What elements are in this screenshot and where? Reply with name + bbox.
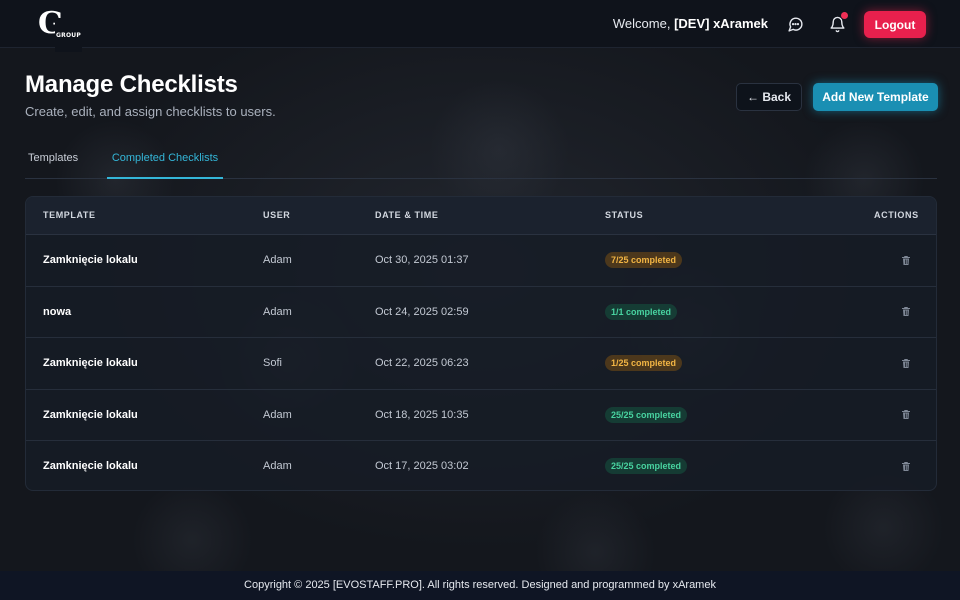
username: [DEV] xAramek	[674, 16, 768, 31]
status-badge: 1/25 completed	[605, 355, 683, 371]
delete-trash-icon[interactable]	[898, 304, 914, 320]
delete-trash-icon[interactable]	[898, 407, 914, 423]
column-header-status: STATUS	[605, 210, 644, 220]
add-new-template-button[interactable]: Add New Template	[813, 83, 938, 111]
cell-date-time: Oct 22, 2025 06:23	[375, 357, 469, 369]
table-row[interactable]: nowa Adam Oct 24, 2025 02:59 1/1 completed	[26, 287, 936, 338]
cell-date-time: Oct 17, 2025 03:02	[375, 460, 469, 472]
logo-sub-text: GROUP	[55, 20, 82, 52]
delete-trash-icon[interactable]	[898, 458, 914, 474]
column-header-template: TEMPLATE	[43, 210, 96, 220]
top-navbar: G GROUP Welcome, [DEV] xAramek Logout	[0, 0, 960, 52]
table-row[interactable]: Zamknięcie lokalu Adam Oct 30, 2025 01:37 7…	[26, 235, 936, 287]
welcome-prefix: Welcome,	[612, 16, 675, 31]
cell-template: Zamknięcie lokalu	[43, 460, 138, 472]
cell-template: Zamknięcie lokalu	[43, 408, 138, 421]
column-header-actions: ACTIONS	[874, 210, 919, 220]
cell-user: Adam	[263, 408, 292, 421]
cell-user: Adam	[263, 460, 292, 472]
copyright-text: Copyright © 2025 [EVOSTAFF.PRO]. All rig…	[244, 579, 716, 591]
page-title: Manage Checklists	[25, 71, 238, 98]
table-row[interactable]: Zamknięcie lokalu Sofi Oct 22, 2025 06:23 1…	[26, 338, 936, 390]
cell-user: Sofi	[263, 357, 282, 369]
column-header-user: USER	[263, 210, 291, 220]
table-header: TEMPLATE USER DATE & TIME STATUS ACTIONS	[26, 197, 936, 235]
cell-date-time: Oct 18, 2025 10:35	[375, 408, 469, 421]
brand-logo[interactable]: G GROUP	[38, 8, 82, 52]
logout-button[interactable]: Logout	[864, 11, 926, 38]
delete-trash-icon[interactable]	[898, 355, 914, 371]
status-badge: 1/1 completed	[605, 303, 678, 320]
cell-template: nowa	[43, 305, 72, 318]
status-badge: 25/25 completed	[605, 458, 688, 474]
column-header-date-time: DATE & TIME	[375, 210, 439, 220]
cell-user: Adam	[263, 305, 292, 318]
messages-icon[interactable]	[784, 13, 806, 35]
table-row[interactable]: Zamknięcie lokalu Adam Oct 18, 2025 10:35 2…	[26, 390, 936, 441]
delete-trash-icon[interactable]	[898, 252, 914, 268]
completed-checklists-table: TEMPLATE USER DATE & TIME STATUS ACTIONS…	[25, 196, 937, 491]
tab-templates[interactable]: Templates	[25, 146, 81, 179]
cell-date-time: Oct 30, 2025 01:37	[375, 254, 469, 266]
back-button[interactable]: ← Back	[736, 83, 802, 111]
cell-template: Zamknięcie lokalu	[43, 357, 138, 369]
status-badge: 7/25 completed	[605, 252, 683, 268]
table-body: Zamknięcie lokalu Adam Oct 30, 2025 01:37 7…	[26, 235, 936, 490]
cell-template: Zamknięcie lokalu	[43, 254, 138, 266]
tab-completed-checklists[interactable]: Completed Checklists	[107, 146, 223, 179]
notification-indicator	[840, 11, 849, 20]
page-subtitle: Create, edit, and assign checklists to u…	[25, 104, 276, 119]
welcome-message: Welcome, [DEV] xAramek	[613, 16, 768, 31]
status-badge: 25/25 completed	[605, 406, 688, 423]
cell-user: Adam	[263, 254, 292, 266]
footer: Copyright © 2025 [EVOSTAFF.PRO]. All rig…	[0, 571, 960, 600]
cell-date-time: Oct 24, 2025 02:59	[375, 305, 469, 318]
checklist-tabs: Templates Completed Checklists	[25, 146, 937, 179]
table-row[interactable]: Zamknięcie lokalu Adam Oct 17, 2025 03:02 2…	[26, 441, 936, 490]
